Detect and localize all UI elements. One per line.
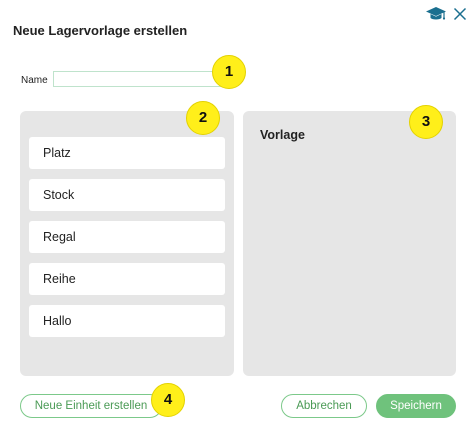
- graduation-cap-icon[interactable]: [425, 5, 447, 23]
- save-button[interactable]: Speichern: [376, 394, 456, 418]
- unit-item-regal[interactable]: Regal: [29, 221, 225, 253]
- template-panel-title: Vorlage: [260, 128, 305, 142]
- name-input[interactable]: [53, 71, 231, 87]
- dialog-title: Neue Lagervorlage erstellen: [13, 23, 188, 38]
- new-unit-button[interactable]: Neue Einheit erstellen: [20, 394, 162, 418]
- units-panel: Platz Stock Regal Reihe Hallo: [20, 111, 234, 376]
- name-label: Name: [21, 75, 48, 86]
- dialog-top-icons: [425, 5, 467, 23]
- callout-badge-2: 2: [186, 101, 220, 135]
- unit-item-platz[interactable]: Platz: [29, 137, 225, 169]
- unit-item-reihe[interactable]: Reihe: [29, 263, 225, 295]
- unit-item-stock[interactable]: Stock: [29, 179, 225, 211]
- callout-badge-1: 1: [212, 55, 246, 89]
- close-icon[interactable]: [453, 7, 467, 21]
- callout-badge-3: 3: [409, 105, 443, 139]
- callout-badge-4: 4: [151, 383, 185, 417]
- unit-item-hallo[interactable]: Hallo: [29, 305, 225, 337]
- cancel-button[interactable]: Abbrechen: [281, 394, 367, 418]
- template-panel[interactable]: Vorlage: [243, 111, 456, 376]
